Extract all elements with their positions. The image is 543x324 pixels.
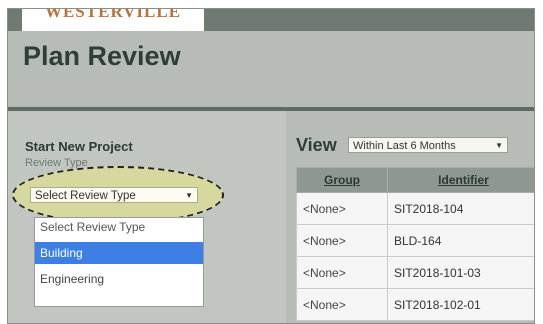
projects-panel: View Within Last 6 Months ▼ Group Identi… bbox=[286, 111, 534, 323]
group-cell: <None> bbox=[296, 288, 388, 321]
page-header: Plan Review bbox=[8, 31, 534, 107]
group-cell: <None> bbox=[296, 192, 388, 225]
column-header-group[interactable]: Group bbox=[296, 167, 388, 193]
table-header-row: Group Identifier bbox=[296, 167, 534, 193]
chevron-down-icon: ▼ bbox=[185, 191, 193, 200]
table-row[interactable]: <None> SIT2018-104 bbox=[296, 192, 534, 225]
table-row[interactable]: <None> SIT2018-102-01 bbox=[296, 288, 534, 321]
group-cell: <None> bbox=[296, 224, 388, 257]
review-type-dropdown-list: Select Review Type Building Engineering bbox=[34, 217, 204, 307]
projects-table: Group Identifier <None> SIT2018-104 <Non… bbox=[296, 167, 534, 321]
review-type-label: Review Type bbox=[25, 157, 88, 169]
option-building[interactable]: Building bbox=[35, 242, 203, 264]
column-header-identifier[interactable]: Identifier bbox=[387, 167, 534, 193]
review-type-select-value: Select Review Type bbox=[35, 190, 136, 202]
identifier-cell[interactable]: SIT2018-102-01 bbox=[387, 288, 534, 321]
identifier-cell[interactable]: BLD-164 bbox=[387, 224, 534, 257]
westerville-logo[interactable]: WESTERVILLE bbox=[22, 9, 204, 21]
option-engineering[interactable]: Engineering bbox=[35, 268, 203, 290]
start-new-project-heading: Start New Project bbox=[25, 139, 133, 154]
table-row[interactable]: <None> SIT2018-101-03 bbox=[296, 256, 534, 289]
option-select-review-type[interactable]: Select Review Type bbox=[35, 218, 203, 236]
view-label: View bbox=[296, 135, 337, 155]
chevron-down-icon: ▼ bbox=[495, 141, 503, 150]
view-filter-select[interactable]: Within Last 6 Months ▼ bbox=[348, 137, 508, 153]
review-type-select[interactable]: Select Review Type ▼ bbox=[30, 187, 198, 203]
table-row[interactable]: <None> BLD-164 bbox=[296, 224, 534, 257]
group-cell: <None> bbox=[296, 256, 388, 289]
identifier-cell[interactable]: SIT2018-104 bbox=[387, 192, 534, 225]
view-filter-value: Within Last 6 Months bbox=[353, 140, 456, 152]
page-title: Plan Review bbox=[23, 41, 181, 71]
app-window: WESTERVILLE Plan Review Start New Projec… bbox=[7, 8, 535, 324]
identifier-cell[interactable]: SIT2018-101-03 bbox=[387, 256, 534, 289]
